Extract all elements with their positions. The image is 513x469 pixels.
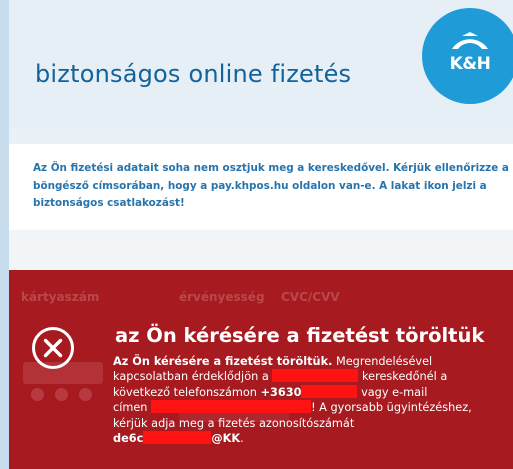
- error-overlay: kártyaszám érvényesség CVC/CVV az Ön kér…: [9, 270, 513, 469]
- security-notice-text: Az Ön fizetési adatait soha nem osztjuk …: [33, 162, 509, 209]
- logo-text: K&H: [449, 54, 491, 74]
- cvc-label: CVC/CVV: [281, 290, 340, 304]
- error-text: kereskedőnél a: [358, 370, 448, 384]
- error-message-line: címen ! A gyorsabb ügyintézéshez,: [113, 400, 513, 415]
- card-brand-dot: [55, 388, 68, 401]
- error-message-line: kapcsolatban érdeklődjön a kereskedőnél …: [113, 369, 513, 384]
- error-text: vagy e-mail: [357, 385, 428, 399]
- header: biztonságos online fizetés K&H: [9, 0, 513, 128]
- redacted-phone: [301, 384, 358, 398]
- error-text: címen: [113, 401, 152, 415]
- card-brand-dot: [31, 388, 44, 401]
- payment-id-prefix: de6c: [113, 432, 144, 446]
- error-text: következő telefonszámon: [113, 385, 261, 399]
- redacted-email: [151, 400, 312, 414]
- left-edge-strip: [0, 270, 9, 469]
- error-message: Az Ön kérésére a fizetést töröltük. Megr…: [113, 354, 513, 446]
- cross-circle-icon: [32, 327, 74, 369]
- redacted-merchant-name: [272, 369, 359, 383]
- redacted-payment-id: [143, 431, 212, 445]
- error-message-line: de6c @KK.: [113, 431, 513, 446]
- security-notice: Az Ön fizetési adatait soha nem osztjuk …: [9, 144, 513, 230]
- error-text: ! A gyorsabb ügyintézéshez,: [311, 401, 472, 415]
- card-brand-dot: [79, 388, 92, 401]
- error-text: kapcsolatban érdeklődjön a: [113, 370, 273, 384]
- error-text: .: [240, 432, 244, 446]
- error-message-line: kérjük adja meg a fizetés azonosítószámá…: [113, 416, 355, 430]
- error-title: az Ön kérésére a fizetést töröltük: [115, 324, 485, 347]
- payment-page: biztonságos online fizetés K&H Az Ön fiz…: [0, 0, 513, 469]
- error-text: Megrendelésével: [332, 355, 433, 368]
- error-message-line: következő telefonszámon +3630 vagy e-mai…: [113, 384, 513, 400]
- kh-logo: K&H: [422, 8, 513, 104]
- payment-id-suffix: @KK: [211, 432, 241, 446]
- expiry-label: érvényesség: [179, 290, 265, 304]
- kh-logo-icon: [452, 32, 488, 49]
- card-number-label: kártyaszám: [21, 290, 100, 304]
- phone-prefix: +3630: [260, 385, 302, 399]
- error-bold-intro: Az Ön kérésére a fizetést töröltük.: [113, 355, 333, 368]
- error-message-line: Az Ön kérésére a fizetést töröltük. Megr…: [113, 354, 513, 369]
- page-title: biztonságos online fizetés: [35, 60, 352, 88]
